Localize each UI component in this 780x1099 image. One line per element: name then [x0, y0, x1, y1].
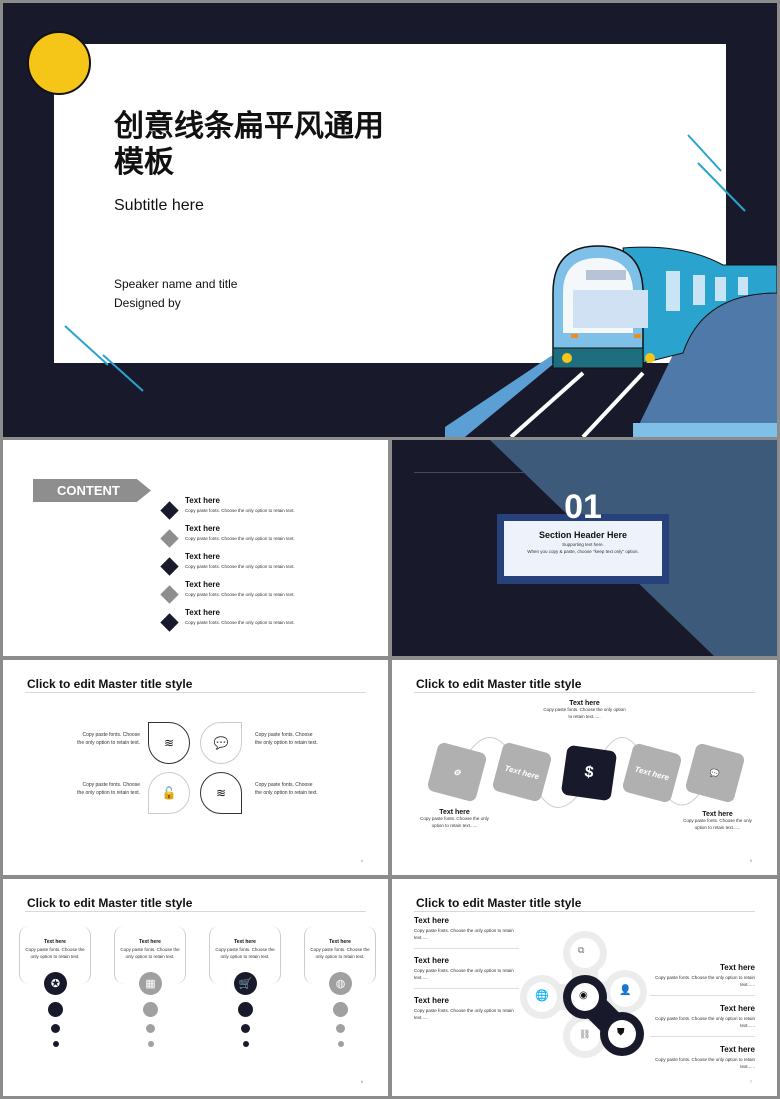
cart-icon: 🛒 [234, 972, 257, 995]
user-icon: 👤 [619, 985, 632, 996]
text-desc: Copy paste fonts. Choose the only option… [420, 816, 489, 828]
left-text: Text here Copy paste fonts. Choose the on… [417, 809, 492, 830]
content-item[interactable]: Text here Copy paste fonts. Choose the on… [185, 552, 295, 571]
title-rule [25, 911, 366, 912]
content-banner: CONTENT [33, 479, 151, 502]
globe-stand-icon: ◉ [579, 990, 588, 1001]
title-rule [25, 692, 366, 693]
petal-text: Copy paste fonts. Choose the only option… [255, 782, 318, 796]
section-box: Section Header Here Supporting text here… [504, 521, 662, 576]
item-number-badge [160, 585, 179, 604]
card-desc: Copy paste fonts. Choose the only option… [310, 947, 370, 959]
slide-section[interactable]: 01 Section Header Here Supporting text h… [392, 440, 777, 656]
text-title: Text here [569, 700, 600, 707]
hub-diagram [520, 931, 647, 1058]
calendar-icon: ▦ [139, 972, 162, 995]
card-desc: Copy paste fonts. Choose the only option… [215, 947, 275, 959]
dot-medium [51, 1024, 60, 1033]
card-desc: Copy paste fonts. Choose the only option… [25, 947, 85, 959]
content-item[interactable]: Text here Copy paste fonts. Choose the on… [185, 608, 295, 627]
petal-text: Copy paste fonts. Choose the only option… [255, 732, 318, 746]
text-title: Text here [439, 809, 470, 816]
item-number-badge [160, 529, 179, 548]
slide-contents[interactable]: CONTENT Text here Copy paste fonts. Choos… [3, 440, 388, 656]
section-support: Supporting text here. [562, 542, 604, 547]
item-desc: Copy paste fonts. Choose the only option… [185, 592, 295, 597]
item-number-badge [160, 557, 179, 576]
page-number: 4 [360, 858, 363, 863]
item-title: Text here [185, 580, 220, 589]
item-desc: Copy paste fonts. Choose the only option… [185, 536, 295, 541]
globe-icon: 🌐 [535, 990, 549, 1002]
slide-petals[interactable]: Click to edit Master title style ≋ 💬 🔓 ≋… [3, 660, 388, 875]
slide-title: Click to edit Master title style [27, 896, 193, 910]
content-item[interactable]: Text here Copy paste fonts. Choose the on… [185, 524, 295, 543]
dot-small [338, 1041, 344, 1047]
card-desc: Copy paste fonts. Choose the only option… [120, 947, 180, 959]
layers-icon: ≋ [148, 722, 190, 764]
network-icon: ⧉ [578, 945, 585, 955]
top-text: Text here Copy paste fonts. Choose the on… [542, 700, 627, 721]
slide-tiles[interactable]: Click to edit Master title style ⚙ Text … [392, 660, 777, 875]
item-title: Text here [185, 552, 220, 561]
compass-icon: ✪ [44, 972, 67, 995]
unlock-icon: 🔓 [148, 772, 190, 814]
shield-icon: ⛊ [617, 1027, 625, 1038]
divider-line [414, 472, 524, 473]
petal-text: Copy paste fonts. Choose the only option… [77, 782, 140, 796]
link-icon: ⛓ [579, 1029, 591, 1039]
item-title: Text here [185, 496, 220, 505]
dot-small [53, 1041, 59, 1047]
right-text: Text here Copy paste fonts. Choose the on… [680, 811, 755, 832]
section-hint: When you copy & paste, choose "keep text… [527, 548, 639, 554]
slide-title: Click to edit Master title style [27, 677, 193, 691]
dot-small [243, 1041, 249, 1047]
section-header: Section Header Here [538, 530, 628, 540]
layers-icon: ≋ [200, 772, 242, 814]
chat-icon: 💬 [200, 722, 242, 764]
dot-large [333, 1002, 348, 1017]
item-desc: Copy paste fonts. Choose the only option… [185, 620, 295, 625]
slide-cover[interactable]: 创意线条扁平风通用 模板 Subtitle here Speaker name … [3, 3, 777, 437]
item-number-badge [160, 613, 179, 632]
content-item[interactable]: Text here Copy paste fonts. Choose the on… [185, 580, 295, 599]
dollar-click-icon: $ [560, 744, 618, 802]
item-desc: Copy paste fonts. Choose the only option… [185, 508, 295, 513]
page-number: 6 [360, 1079, 363, 1084]
petal-text: Copy paste fonts. Choose the only option… [77, 732, 140, 746]
slide-cards[interactable]: Click to edit Master title style Text he… [3, 879, 388, 1096]
text-title: Text here [702, 811, 733, 818]
globe-icon: ◍ [329, 972, 352, 995]
item-number-badge [160, 501, 179, 520]
page-number: 5 [749, 858, 752, 863]
page-number: 7 [749, 1079, 752, 1084]
item-desc: Copy paste fonts. Choose the only option… [185, 564, 295, 569]
item-title: Text here [185, 608, 220, 617]
dot-medium [241, 1024, 250, 1033]
dot-large [238, 1002, 253, 1017]
text-desc: Copy paste fonts. Choose the only option… [543, 707, 626, 719]
text-desc: Copy paste fonts. Choose the only option… [683, 818, 752, 830]
dot-small [148, 1041, 154, 1047]
train-illustration [64, 134, 777, 437]
slide-hub[interactable]: Click to edit Master title style Text he… [392, 879, 777, 1096]
dot-large [48, 1002, 63, 1017]
dot-medium [336, 1024, 345, 1033]
content-item[interactable]: Text here Copy paste fonts. Choose the on… [185, 496, 295, 515]
dot-large [143, 1002, 158, 1017]
dot-medium [146, 1024, 155, 1033]
item-title: Text here [185, 524, 220, 533]
